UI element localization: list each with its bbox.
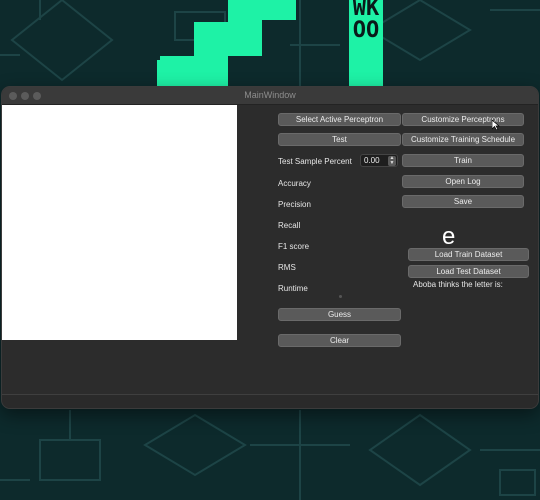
customize-training-schedule-button[interactable]: Customize Training Schedule: [402, 133, 524, 146]
test-sample-percent-spinbox[interactable]: 0.00 ▲ ▼: [360, 154, 398, 167]
f1-score-label: F1 score: [278, 242, 310, 251]
train-button[interactable]: Train: [402, 154, 524, 167]
spinbox-value: 0.00: [364, 156, 380, 165]
status-bar: [2, 394, 538, 408]
banner-text: WKOO: [352, 0, 380, 43]
main-window: MainWindow Select Active Perceptron Test…: [1, 86, 539, 409]
spinbox-arrows-icon[interactable]: ▲ ▼: [388, 156, 396, 166]
save-button[interactable]: Save: [402, 195, 524, 208]
window-title: MainWindow: [244, 90, 296, 100]
clear-button[interactable]: Clear: [278, 334, 401, 347]
open-log-button[interactable]: Open Log: [402, 175, 524, 188]
predicted-letter: e: [442, 223, 456, 250]
title-bar[interactable]: MainWindow: [2, 87, 538, 105]
load-train-dataset-button[interactable]: Load Train Dataset: [408, 248, 529, 261]
mouse-cursor-icon: [492, 120, 500, 130]
progress-indicator: [339, 295, 342, 298]
drawing-canvas[interactable]: [2, 105, 237, 340]
pixel-block: [194, 22, 262, 56]
customize-perceptrons-button[interactable]: Customize Perceptrons: [402, 113, 524, 126]
vertical-banner: WKOO: [349, 0, 383, 90]
accuracy-label: Accuracy: [278, 179, 311, 188]
precision-label: Precision: [278, 200, 311, 209]
rms-label: RMS: [278, 263, 296, 272]
test-sample-percent-label: Test Sample Percent: [278, 157, 352, 166]
runtime-label: Runtime: [278, 284, 308, 293]
pixel-block: [262, 0, 296, 20]
guess-button[interactable]: Guess: [278, 308, 401, 321]
prediction-label: Aboba thinks the letter is:: [413, 280, 503, 289]
test-button[interactable]: Test: [278, 133, 401, 146]
recall-label: Recall: [278, 221, 301, 230]
select-active-perceptron-button[interactable]: Select Active Perceptron: [278, 113, 401, 126]
load-test-dataset-button[interactable]: Load Test Dataset: [408, 265, 529, 278]
